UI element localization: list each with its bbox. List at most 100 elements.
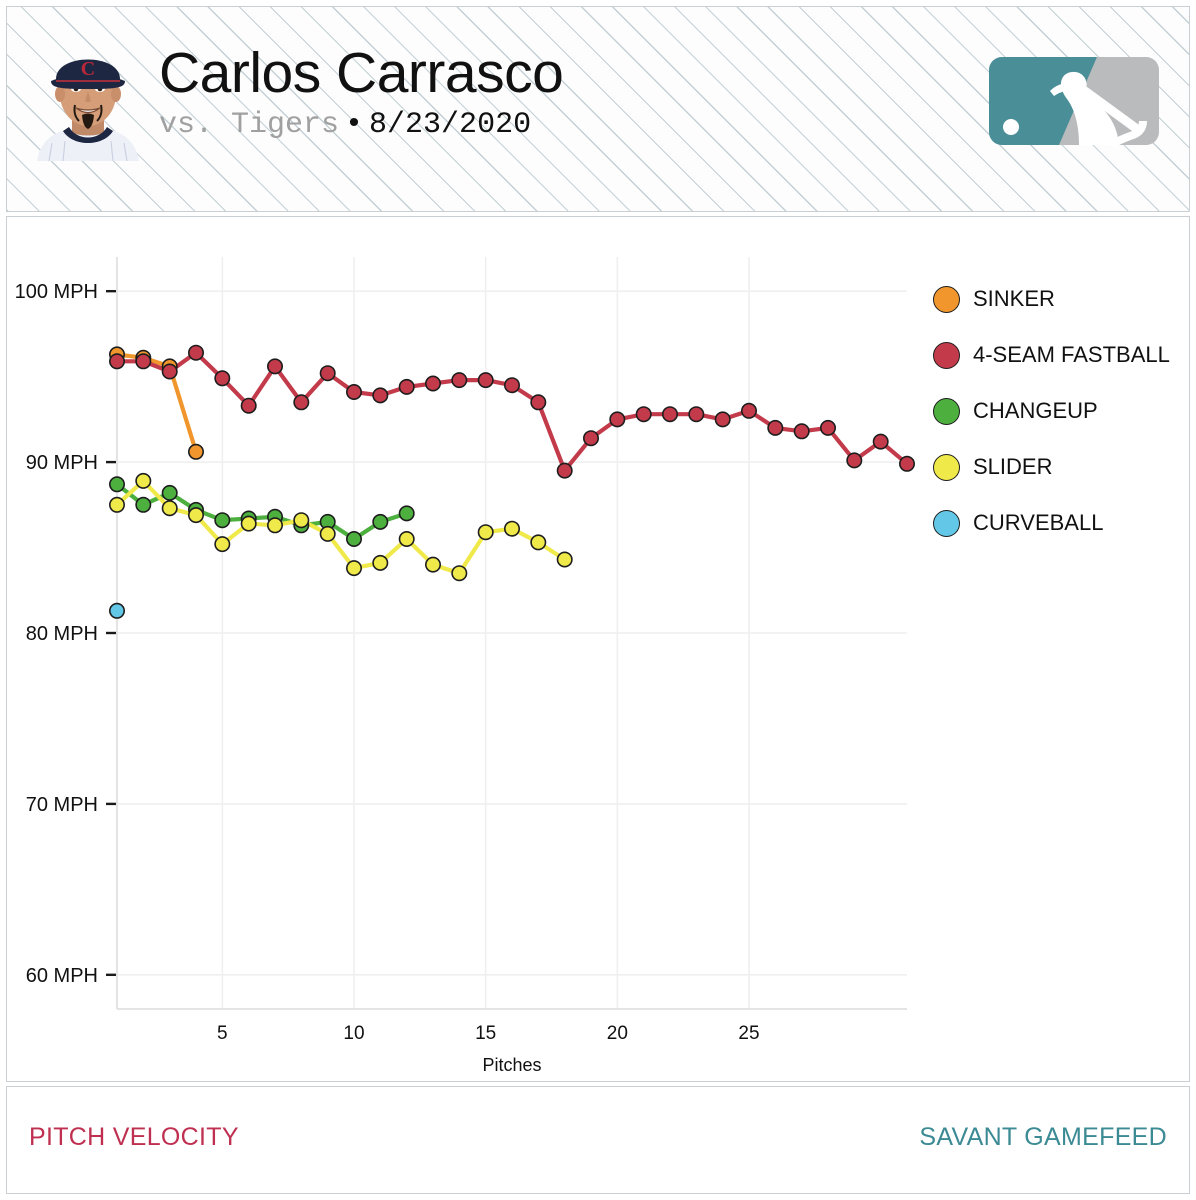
data-point[interactable] [345, 530, 362, 547]
series-line [114, 350, 883, 473]
data-point[interactable] [240, 397, 257, 414]
data-point[interactable] [345, 384, 362, 401]
data-point[interactable] [293, 512, 310, 529]
data-point[interactable] [188, 344, 205, 361]
legend-label: SLIDER [973, 454, 1053, 479]
data-point[interactable] [688, 406, 705, 423]
data-point[interactable] [372, 387, 389, 404]
data-point[interactable] [135, 353, 152, 370]
data-point[interactable] [424, 375, 441, 392]
data-point[interactable] [530, 534, 547, 551]
sinker-swatch-icon [933, 285, 960, 313]
data-point[interactable] [372, 554, 389, 571]
legend-item-sinker[interactable]: SINKER [933, 271, 1183, 327]
page-title: Carlos Carrasco [159, 41, 564, 105]
data-point[interactable] [319, 365, 336, 382]
series-line [114, 352, 199, 454]
matchup-separator: • [345, 108, 364, 142]
data-point[interactable] [872, 433, 889, 450]
data-point[interactable] [898, 455, 915, 472]
curveball-swatch-icon [933, 509, 960, 537]
data-point[interactable] [556, 551, 573, 568]
data-point[interactable] [345, 560, 362, 577]
data-point[interactable] [214, 536, 231, 553]
data-point[interactable] [266, 358, 283, 375]
data-point[interactable] [188, 507, 205, 524]
legend-item-slider[interactable]: SLIDER [933, 439, 1183, 495]
svg-text:C: C [81, 58, 95, 80]
data-point[interactable] [266, 517, 283, 534]
y-axis-tick-labels: 100 MPH 90 MPH 80 MPH 70 MPH 60 MPH [15, 281, 98, 987]
data-point[interactable] [635, 406, 652, 423]
x-tick-label: 25 [738, 1023, 759, 1044]
x-axis-title-label: Pitches [482, 1055, 541, 1075]
savant-gamefeed-page: C Carlos Carrasco vs. Tigers • 8/23/2020 1… [0, 0, 1196, 1200]
data-point[interactable] [109, 602, 126, 619]
data-point[interactable] [109, 496, 126, 513]
legend-label: CURVEBALL [973, 510, 1104, 535]
legend-label: CHANGEUP [973, 398, 1098, 423]
data-point[interactable] [161, 484, 178, 501]
data-point[interactable] [161, 500, 178, 517]
data-point[interactable] [240, 515, 257, 532]
data-point[interactable] [582, 430, 599, 447]
chart-gridlines [117, 257, 907, 1009]
data-point[interactable] [372, 513, 389, 530]
data-point[interactable] [398, 378, 415, 395]
data-point[interactable] [398, 530, 415, 547]
matchup-date: 8/23/2020 [369, 108, 532, 142]
footer-bar: PITCH VELOCITY SAVANT GAMEFEED [6, 1086, 1190, 1194]
legend-item-curveball[interactable]: CURVEBALL [933, 495, 1183, 551]
data-point[interactable] [477, 372, 494, 389]
data-point[interactable] [293, 394, 310, 411]
data-point[interactable] [109, 476, 126, 493]
data-point[interactable] [767, 419, 784, 436]
data-point[interactable] [477, 524, 494, 541]
data-point[interactable] [819, 419, 836, 436]
footer-title: PITCH VELOCITY [29, 1123, 239, 1151]
x-axis-title: Pitches [482, 1055, 541, 1075]
title-block: Carlos Carrasco vs. Tigers • 8/23/2020 [159, 41, 564, 141]
changeup-swatch-icon [933, 397, 960, 425]
data-point[interactable] [398, 505, 415, 522]
x-tick-label: 20 [607, 1023, 628, 1044]
chart-legend: SINKER 4-SEAM FASTBALL CHANGEUP SLIDER C… [933, 271, 1183, 551]
data-point[interactable] [214, 370, 231, 387]
y-tick-label: 80 MPH [26, 623, 98, 645]
mlb-logo [989, 57, 1159, 147]
data-point[interactable] [188, 443, 205, 460]
data-point[interactable] [319, 525, 336, 542]
data-point[interactable] [714, 411, 731, 428]
chart-panel: 100 MPH 90 MPH 80 MPH 70 MPH 60 MPH 5 10 15 20 2… [6, 216, 1190, 1082]
y-tick-label: 70 MPH [26, 794, 98, 816]
y-tick-label: 90 MPH [26, 452, 98, 474]
data-point[interactable] [530, 394, 547, 411]
header-banner: C Carlos Carrasco vs. Tigers • 8/23/2020 [6, 6, 1190, 212]
data-point[interactable] [503, 377, 520, 394]
data-point[interactable] [451, 565, 468, 582]
data-point[interactable] [740, 402, 757, 419]
data-point[interactable] [793, 423, 810, 440]
data-point[interactable] [503, 520, 520, 537]
slider-swatch-icon [933, 453, 960, 481]
data-point[interactable] [846, 452, 863, 469]
legend-label: SINKER [973, 286, 1055, 311]
data-point[interactable] [214, 512, 231, 529]
series-line [114, 482, 409, 542]
matchup-opponent: vs. Tigers [159, 108, 340, 142]
data-point[interactable] [109, 353, 126, 370]
matchup-subtitle: vs. Tigers • 8/23/2020 [159, 110, 563, 140]
x-tick-label: 5 [217, 1023, 228, 1044]
data-point[interactable] [135, 472, 152, 489]
data-point[interactable] [661, 406, 678, 423]
data-point[interactable] [424, 556, 441, 573]
data-point[interactable] [161, 363, 178, 380]
footer-brand: SAVANT GAMEFEED [919, 1123, 1167, 1151]
data-point[interactable] [135, 496, 152, 513]
legend-item-4-seam-fastball[interactable]: 4-SEAM FASTBALL [933, 327, 1183, 383]
data-point[interactable] [451, 372, 468, 389]
legend-item-changeup[interactable]: CHANGEUP [933, 383, 1183, 439]
player-headshot: C [37, 58, 139, 161]
data-point[interactable] [556, 462, 573, 479]
data-point[interactable] [609, 411, 626, 428]
